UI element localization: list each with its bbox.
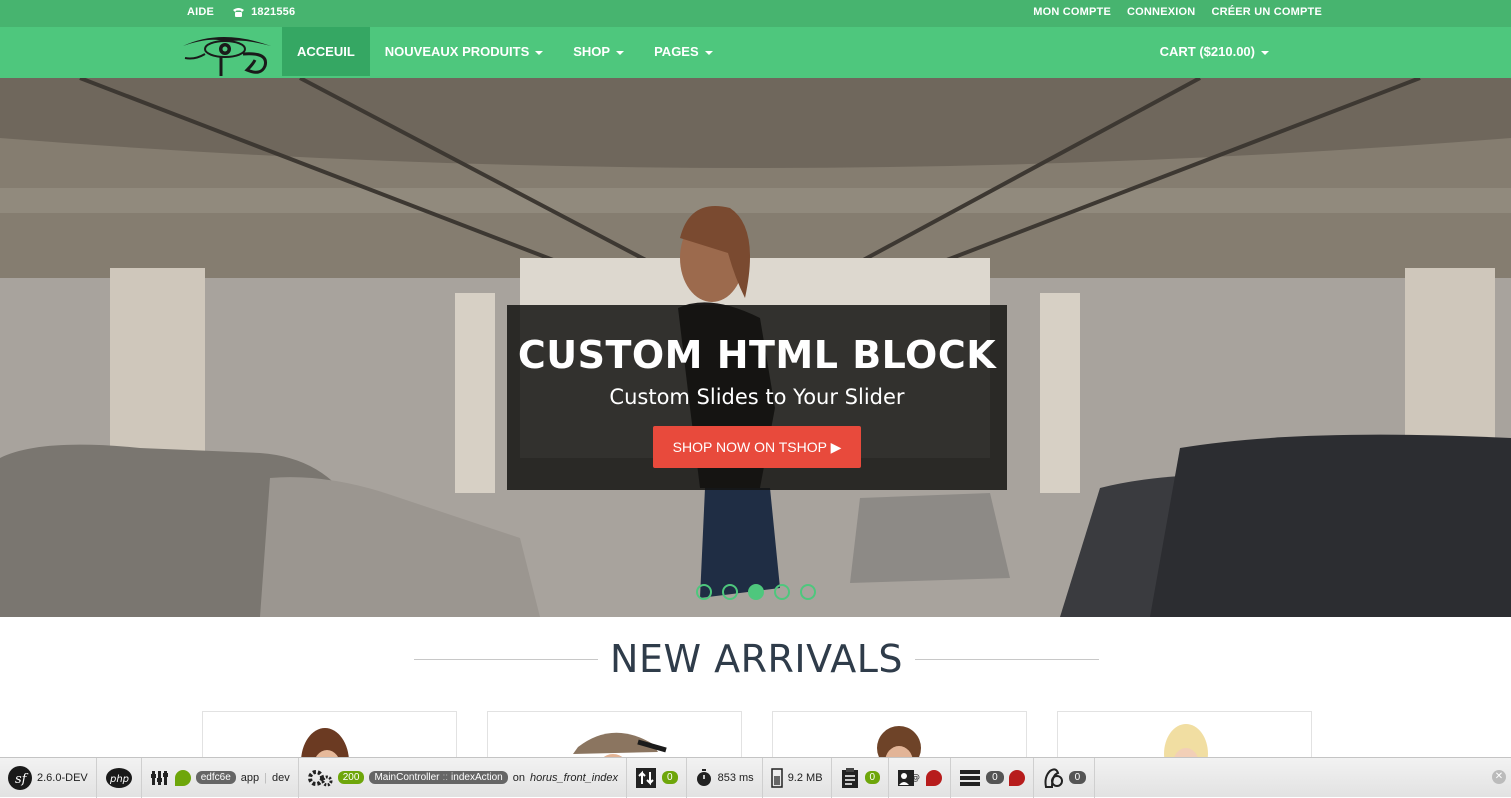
memory-icon (770, 767, 783, 788)
database-info[interactable]: 0 (951, 757, 1034, 798)
request-info[interactable]: 200 MainController :: indexAction on hor… (299, 757, 628, 798)
database-status-icon (1008, 769, 1025, 786)
controller-separator: :: (442, 772, 449, 783)
section-title: NEW ARRIVALS (610, 637, 903, 681)
slider-pagination (696, 584, 816, 600)
caret-down-icon (1261, 50, 1269, 55)
ajax-arrows-icon (636, 767, 657, 788)
memory-usage: 9.2 MB (787, 771, 823, 784)
symfony-version[interactable]: sf 2.6.0-DEV (0, 757, 97, 798)
symfony-version-text: 2.6.0-DEV (37, 771, 88, 784)
caret-down-icon (535, 50, 544, 55)
token-badge: edfc6e (195, 771, 236, 784)
queries-count-badge: 0 (986, 771, 1004, 784)
svg-text:php: php (109, 774, 129, 785)
memory-info[interactable]: 9.2 MB (763, 757, 832, 798)
divider (914, 658, 1100, 660)
route-prefix: on (512, 771, 525, 784)
route-name: horus_front_index (529, 771, 619, 784)
status-code-badge: 200 (337, 771, 365, 784)
response-time: 853 ms (717, 771, 754, 784)
clipboard-icon (841, 767, 858, 788)
nav-new-products[interactable]: NOUVEAUX PRODUITS (370, 27, 558, 76)
slide-dot[interactable] (722, 584, 738, 600)
app-name: app (240, 771, 260, 784)
twig-icon (1044, 767, 1063, 788)
slide-subtitle: Custom Slides to Your Slider (609, 385, 905, 409)
security-info[interactable]: @ (889, 757, 952, 798)
nav-new-products-label: NOUVEAUX PRODUITS (384, 44, 530, 59)
ajax-info[interactable]: 0 (627, 757, 687, 798)
register-link[interactable]: CRÉER UN COMPTE (1211, 6, 1322, 18)
phone-contact[interactable]: 1821556 (232, 6, 295, 18)
new-arrivals-header: NEW ARRIVALS (414, 636, 1100, 682)
slide-dot[interactable] (774, 584, 790, 600)
eye-logo[interactable] (181, 32, 273, 78)
php-icon: php (105, 767, 132, 788)
phone-icon (233, 7, 245, 17)
divider (414, 658, 599, 660)
user-card-icon: @ (898, 769, 920, 786)
database-icon (960, 769, 981, 786)
hero-slider: CUSTOM HTML BLOCK Custom Slides to Your … (0, 78, 1511, 617)
cart-dropdown[interactable]: CART ($210.00) (1160, 27, 1269, 76)
top-bar: AIDE 1821556 MON COMPTE CONNEXION CRÉER … (0, 0, 1511, 27)
nav-home[interactable]: ACCEUIL (282, 27, 370, 76)
caret-down-icon (616, 50, 625, 55)
action-name: indexAction (451, 772, 503, 783)
logs-count-badge: 0 (864, 771, 881, 784)
timer-icon (696, 768, 711, 786)
security-status-icon (926, 769, 943, 786)
nav-shop[interactable]: SHOP (558, 27, 639, 76)
shop-now-button[interactable]: SHOP NOW ON TSHOP ▶ (652, 426, 862, 468)
time-info[interactable]: 853 ms (687, 757, 763, 798)
separator: | (264, 771, 267, 784)
nav-home-label: ACCEUIL (297, 44, 355, 59)
nav-pages[interactable]: PAGES (639, 27, 728, 76)
controller-name: MainController (374, 772, 440, 783)
phone-number: 1821556 (251, 6, 296, 18)
gear-icon (307, 769, 333, 786)
cart-label: CART ($210.00) (1159, 44, 1255, 59)
logs-info[interactable]: 0 (832, 757, 890, 798)
php-info[interactable]: php (97, 757, 142, 798)
twig-count-badge: 0 (1068, 771, 1087, 784)
slide-dot[interactable] (696, 584, 712, 600)
controller-badge: MainController :: indexAction (369, 771, 508, 784)
nav-pages-label: PAGES (654, 44, 699, 59)
slide-dot[interactable] (800, 584, 816, 600)
slide-caption: CUSTOM HTML BLOCK Custom Slides to Your … (507, 305, 1007, 490)
debug-toolbar: sf 2.6.0-DEV php edfc6e app | dev 200 Ma… (0, 757, 1511, 798)
slide-title: CUSTOM HTML BLOCK (517, 333, 997, 377)
main-navbar: ACCEUIL NOUVEAUX PRODUITS SHOP PAGES CAR… (0, 27, 1511, 78)
environment: dev (272, 771, 290, 784)
config-icon (150, 770, 168, 785)
ajax-count-badge: 0 (662, 771, 678, 784)
my-account-link[interactable]: MON COMPTE (1033, 6, 1111, 18)
svg-text:@: @ (911, 773, 920, 783)
login-link[interactable]: CONNEXION (1127, 6, 1195, 18)
config-info[interactable]: edfc6e app | dev (142, 757, 299, 798)
help-link[interactable]: AIDE (187, 6, 214, 18)
caret-down-icon (704, 50, 713, 55)
status-leaf-icon (174, 769, 191, 786)
nav-shop-label: SHOP (573, 44, 611, 59)
close-toolbar-icon[interactable]: ✕ (1492, 770, 1506, 784)
symfony-logo-icon: sf (8, 765, 32, 790)
twig-info[interactable]: 0 (1034, 757, 1096, 798)
slide-dot-active[interactable] (748, 584, 764, 600)
